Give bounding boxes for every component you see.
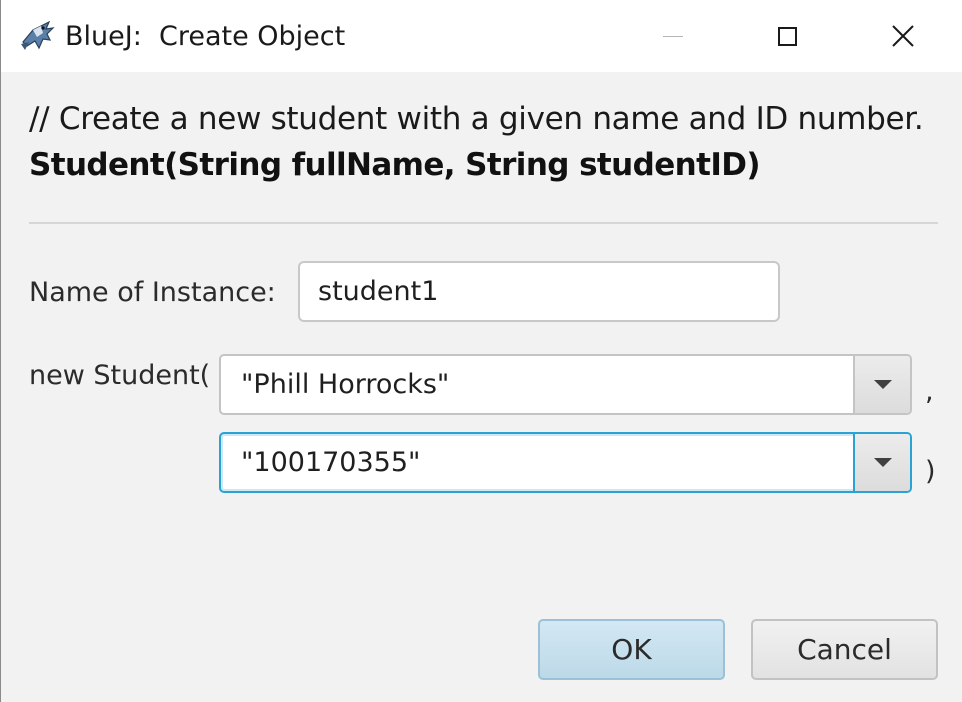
constructor-label: new Student(: [29, 360, 211, 391]
constructor-comment: // Create a new student with a given nam…: [29, 101, 924, 137]
maximize-icon: [777, 26, 797, 46]
param-fullname-dropdown-button[interactable]: [853, 356, 910, 413]
ok-button[interactable]: OK: [538, 619, 725, 680]
chevron-down-icon: [873, 458, 892, 467]
instance-name-input[interactable]: student1: [298, 261, 780, 322]
chevron-down-icon: [873, 380, 892, 389]
maximize-button[interactable]: [737, 0, 837, 72]
param-studentid-value[interactable]: "100170355": [221, 434, 853, 491]
closing-paren: ): [925, 456, 936, 487]
param-fullname-value[interactable]: "Phill Horrocks": [221, 356, 853, 413]
param-studentid-dropdown-button[interactable]: [853, 434, 910, 491]
param-separator: ,: [925, 376, 934, 407]
close-button[interactable]: [853, 0, 953, 72]
constructor-signature: Student(String fullName, String studentI…: [29, 147, 761, 183]
title-bar[interactable]: BlueJ: Create Object: [1, 0, 962, 72]
param-studentid-combobox[interactable]: "100170355": [219, 432, 912, 493]
param-fullname-combobox[interactable]: "Phill Horrocks": [219, 354, 912, 415]
divider: [29, 222, 938, 224]
instance-name-label: Name of Instance:: [29, 277, 276, 308]
minimize-button[interactable]: [623, 0, 723, 72]
window-title: BlueJ: Create Object: [65, 21, 346, 52]
cancel-button[interactable]: Cancel: [751, 619, 938, 680]
close-icon: [892, 25, 914, 47]
minimize-icon: [663, 35, 683, 37]
create-object-dialog: BlueJ: Create Object // Create a new stu…: [0, 0, 962, 702]
bluej-bird-icon: [21, 20, 55, 50]
